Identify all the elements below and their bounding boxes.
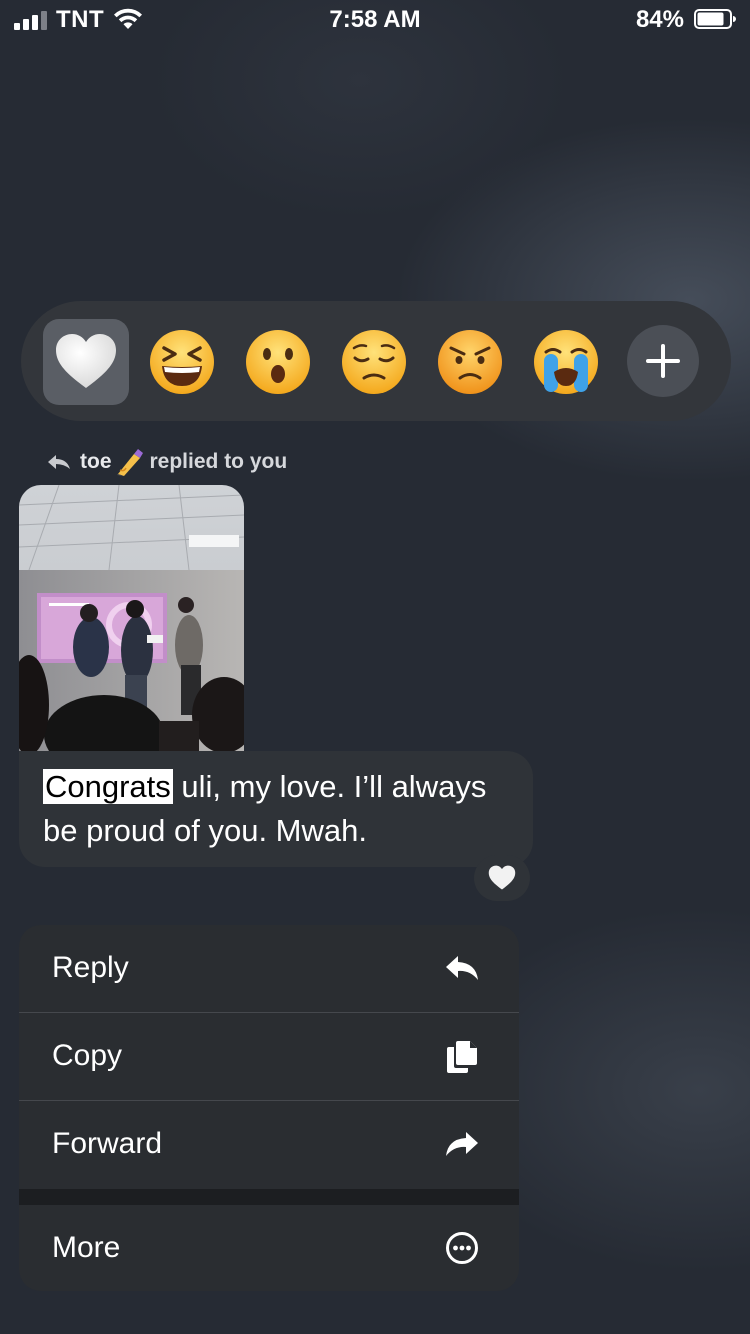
more-options-icon — [443, 1231, 481, 1265]
menu-more-label: More — [52, 1231, 121, 1264]
add-reaction-button[interactable] — [627, 325, 699, 397]
selected-word-highlight: Congrats — [43, 769, 173, 804]
message-text: Congrats uli, my love. I’ll always be pr… — [43, 765, 513, 853]
reaction-heart-button[interactable] — [43, 319, 129, 405]
battery-icon — [694, 9, 736, 29]
angry-face-icon — [438, 330, 502, 394]
photo-attachment[interactable] — [19, 485, 244, 751]
reaction-sad-button[interactable] — [331, 319, 417, 405]
reaction-angry-button[interactable] — [427, 319, 513, 405]
grinning-squinting-face-icon — [150, 330, 214, 394]
menu-forward-label: Forward — [52, 1127, 163, 1160]
battery-percentage: 84% — [635, 6, 684, 33]
reaction-laughing-button[interactable] — [139, 319, 225, 405]
sender-name: toe — [80, 450, 112, 473]
reply-arrow-icon — [48, 455, 70, 469]
forward-icon — [443, 1127, 481, 1161]
menu-reply-label: Reply — [52, 951, 129, 984]
writing-hand-emoji-icon — [116, 449, 143, 476]
copy-icon — [443, 1039, 481, 1073]
message-context-menu: Reply Copy Forward More — [19, 925, 519, 1291]
menu-forward[interactable]: Forward — [19, 1101, 519, 1187]
message-bubble[interactable]: Congrats uli, my love. I’ll always be pr… — [19, 751, 533, 867]
pensive-face-icon — [342, 330, 406, 394]
plus-icon — [646, 344, 680, 378]
white-heart-icon — [488, 865, 516, 890]
loudly-crying-face-icon — [534, 330, 598, 394]
reaction-crying-button[interactable] — [523, 319, 609, 405]
menu-copy-label: Copy — [52, 1039, 123, 1072]
face-with-open-mouth-icon — [246, 330, 310, 394]
menu-more[interactable]: More — [19, 1205, 519, 1291]
menu-reply[interactable]: Reply — [19, 925, 519, 1011]
menu-section-gap — [19, 1189, 519, 1205]
status-bar: TNT 7:58 AM 84% — [0, 0, 750, 40]
reply-header-text: replied to you — [149, 450, 288, 473]
photo-image — [19, 485, 244, 751]
white-heart-icon — [56, 334, 116, 388]
reaction-surprised-button[interactable] — [235, 319, 321, 405]
reply-header: toe replied to you — [46, 446, 287, 478]
reaction-picker — [21, 301, 731, 421]
message-reaction-badge[interactable] — [474, 855, 530, 901]
reply-icon — [443, 951, 481, 985]
menu-copy[interactable]: Copy — [19, 1013, 519, 1099]
